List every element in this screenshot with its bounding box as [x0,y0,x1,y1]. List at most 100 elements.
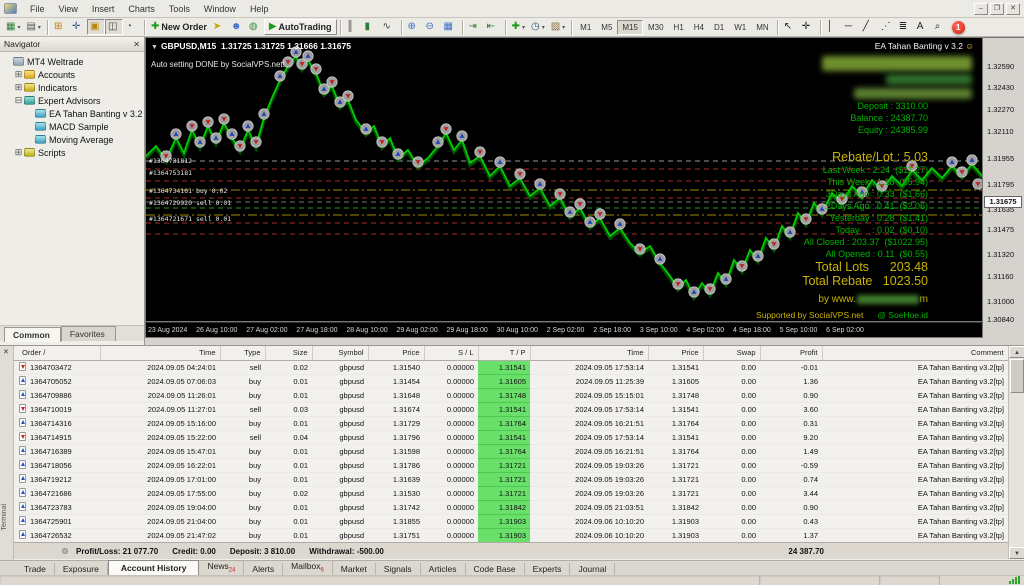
menu-item-view[interactable]: View [52,3,85,15]
strategy-tester-button[interactable]: ◔ [123,19,141,35]
timeframe-m5[interactable]: M5 [596,20,617,35]
timeframe-h4[interactable]: H4 [689,20,709,35]
sidebar-item-indicators[interactable]: ⊞Indicators [0,81,144,94]
timeframe-w1[interactable]: W1 [729,20,751,35]
sidebar-item-macd-sample[interactable]: MACD Sample [0,120,144,133]
tree-expand-icon[interactable]: ⊞ [14,82,23,93]
column-header-order[interactable]: Order / [14,346,100,360]
column-header-time[interactable]: Time [530,346,648,360]
column-header-comment[interactable]: Comment [822,346,1008,360]
tab-mailbox[interactable]: Mailbox6 [283,560,333,575]
column-header-price[interactable]: Price [648,346,703,360]
scroll-up-icon[interactable]: ▲ [1009,346,1024,358]
timeframe-m15[interactable]: M15 [617,20,643,35]
table-row[interactable]: 13647237832024.09.05 19:04:00buy0.01gbpu… [14,500,1008,514]
table-row[interactable]: 13647259012024.09.05 21:04:00buy0.01gbpu… [14,514,1008,528]
table-row[interactable]: 13647143162024.09.05 15:16:00buy0.01gbpu… [14,416,1008,430]
navigator-button[interactable]: ▣ [87,19,105,35]
autotrading-button[interactable]: ▶AutoTrading [264,19,337,35]
column-header-s-l[interactable]: S / L [424,346,478,360]
menu-item-help[interactable]: Help [243,3,276,15]
sidebar-item-ea-tahan-banting-v-3-2[interactable]: EA Tahan Banting v 3.2 [0,107,144,120]
scrollbar-thumb[interactable] [1010,359,1024,393]
table-row[interactable]: 13647265322024.09.05 21:47:02buy0.01gbpu… [14,528,1008,542]
timeframe-m1[interactable]: M1 [575,20,596,35]
tab-trade[interactable]: Trade [16,563,55,575]
column-header-t-p[interactable]: T / P [478,346,530,360]
chart-plot[interactable]: ▼GBPUSD,M15 1.31725 1.31725 1.31666 1.31… [145,37,983,322]
sidebar-item-mt4-weltrade[interactable]: MT4 Weltrade [0,55,144,68]
sidebar-item-moving-average[interactable]: Moving Average [0,133,144,146]
text-button[interactable]: A [914,19,932,35]
periods-button[interactable]: ◷▾ [528,19,548,35]
close-button[interactable]: ✕ [1006,3,1020,15]
scroll-down-icon[interactable]: ▼ [1009,547,1024,559]
timeframe-d1[interactable]: D1 [709,20,729,35]
tree-expand-icon[interactable]: ⊟ [14,95,23,106]
sidebar-item-scripts[interactable]: ⊞Scripts [0,146,144,159]
column-header-symbol[interactable]: Symbol [312,346,368,360]
zoom-in-button[interactable]: ⊕ [405,19,423,35]
column-header-profit[interactable]: Profit [760,346,822,360]
tree-expand-icon[interactable]: ⊞ [14,69,23,80]
templates-button[interactable]: ▨▾ [548,19,568,35]
timeframe-mn[interactable]: MN [751,20,773,35]
navigator-tab-common[interactable]: Common [4,327,61,342]
chart-shift-button[interactable]: ⇤ [484,19,502,35]
tab-market[interactable]: Market [333,563,376,575]
channels-button[interactable]: ≣ [896,19,914,35]
column-header-size[interactable]: Size [265,346,312,360]
data-window-button[interactable]: ✛ [69,19,87,35]
cursor-button[interactable]: ↖ [781,19,799,35]
timeframe-h1[interactable]: H1 [669,20,689,35]
minimize-button[interactable]: – [974,3,988,15]
new-chart-button[interactable]: ▦▾ [3,19,23,35]
fibonacci-button[interactable]: ⋰ [878,19,896,35]
candlestick-button[interactable]: ▮ [362,19,380,35]
table-row[interactable]: 13647149152024.09.05 15:22:00sell0.04gbp… [14,430,1008,444]
table-row[interactable]: 13647098862024.09.05 11:26:01buy0.01gbpu… [14,388,1008,402]
tile-windows-button[interactable]: ▦ [441,19,459,35]
table-row[interactable]: 13647180562024.09.05 16:22:01buy0.01gbpu… [14,458,1008,472]
accounts-button[interactable]: ☻ [228,19,246,35]
table-row[interactable]: 13647163892024.09.05 15:47:01buy0.01gbpu… [14,444,1008,458]
menu-item-insert[interactable]: Insert [85,3,122,15]
timeframe-m30[interactable]: M30 [643,20,669,35]
new-order-button[interactable]: ✚New Order [148,19,210,35]
bar-chart-button[interactable]: ║ [344,19,362,35]
menu-item-charts[interactable]: Charts [121,3,162,15]
column-header-type[interactable]: Type [220,346,265,360]
tab-code-base[interactable]: Code Base [466,563,525,575]
navigator-tab-favorites[interactable]: Favorites [61,326,116,341]
zoom-out-button[interactable]: ⊖ [423,19,441,35]
column-header-time[interactable]: Time [100,346,220,360]
tab-experts[interactable]: Experts [525,563,571,575]
tab-signals[interactable]: Signals [376,563,421,575]
shapes-button[interactable]: ⌕ [932,19,950,35]
tab-alerts[interactable]: Alerts [244,563,283,575]
menu-item-tools[interactable]: Tools [162,3,197,15]
indicators-button[interactable]: ✚▾ [509,19,528,35]
menu-item-window[interactable]: Window [197,3,243,15]
crosshair-button[interactable]: ✛ [799,19,817,35]
column-header-price[interactable]: Price [368,346,424,360]
table-row[interactable]: 13647192122024.09.05 17:01:00buy0.01gbpu… [14,472,1008,486]
notification-badge[interactable]: 1 [952,21,965,34]
tree-expand-icon[interactable]: ⊞ [14,147,23,158]
chart-dropdown-icon[interactable]: ▼ [151,44,158,51]
market-watch-button[interactable]: ⊞ [51,19,69,35]
tab-account-history[interactable]: Account History [108,560,200,575]
tab-articles[interactable]: Articles [421,563,466,575]
menu-item-file[interactable]: File [23,3,52,15]
sidebar-item-accounts[interactable]: ⊞Accounts [0,68,144,81]
profiles-button[interactable]: ▤▾ [23,19,43,35]
tab-news[interactable]: News24 [199,560,244,575]
tab-exposure[interactable]: Exposure [55,563,108,575]
table-row[interactable]: 13647034722024.09.05 04:24:01sell0.02gbp… [14,360,1008,374]
navigator-close-icon[interactable]: ✕ [133,40,140,49]
tab-journal[interactable]: Journal [570,563,615,575]
vertical-line-button[interactable]: │ [824,19,842,35]
restore-button[interactable]: ❐ [990,3,1004,15]
table-row[interactable]: 13647050522024.09.05 07:06:03buy0.01gbpu… [14,374,1008,388]
table-row[interactable]: 13647100192024.09.05 11:27:01sell0.03gbp… [14,402,1008,416]
